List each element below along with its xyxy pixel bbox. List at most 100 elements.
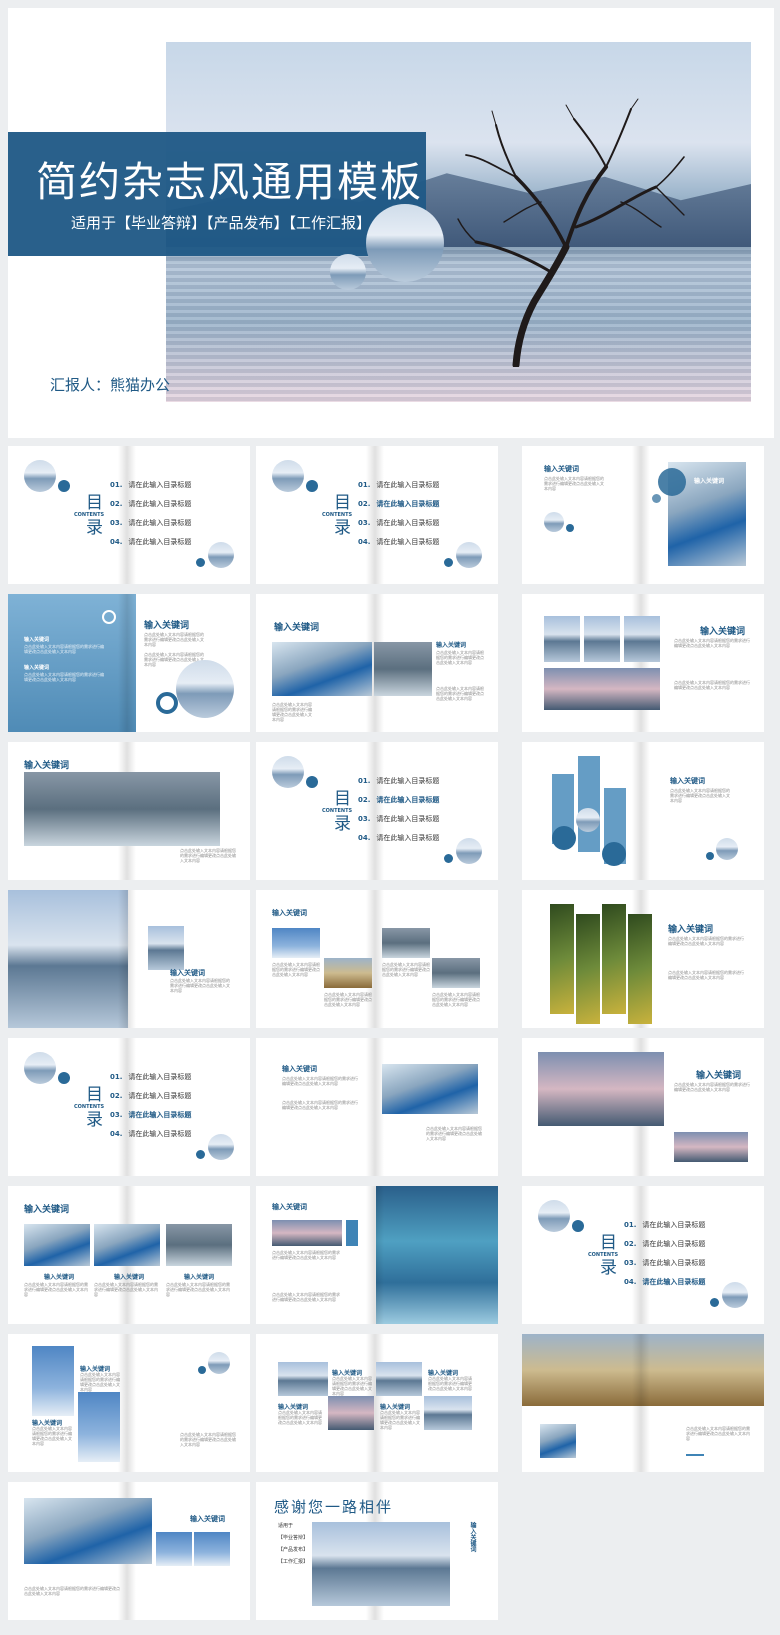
toc-label: 请在此输入目录标题 [376, 834, 440, 842]
photo [538, 1052, 664, 1126]
toc-label: 请在此输入目录标题 [128, 1073, 192, 1081]
body-text: 点击此处输入文本内容请根据您的需求进行编辑更改点击此处输入文本内容 [180, 1432, 236, 1447]
body-text: 点击此处输入文本内容请根据您的需求进行编辑更改点击此处输入文本内容 [272, 1250, 340, 1260]
photo [312, 1522, 450, 1606]
toc-item-active[interactable]: 02. 请在此输入目录标题 [358, 795, 439, 805]
body-text: 点击此处输入文本内容请根据您的需求进行编辑更改点击此处输入文本内容 [94, 1282, 158, 1297]
body-text: 点击此处输入文本内容请根据您的需求进行编辑更改点击此处输入文本内容 [544, 476, 604, 491]
photo [24, 1224, 90, 1266]
keyword-heading: 输入关键词 [282, 1064, 317, 1073]
body-text: 点击此处输入文本内容请根据您的需求进行编辑更改点击此处输入文本内容 [674, 680, 750, 690]
toc-label: 请在此输入目录标题 [128, 1092, 192, 1100]
slide-keyword-4[interactable]: 输入关键词 点击此处输入文本内容请根据您的需求进行编辑更改点击此处输入文本内容 … [522, 594, 764, 732]
toc-item[interactable]: 03. 请在此输入目录标题 [624, 1258, 705, 1268]
keyword-heading: 输入关键词 [696, 1071, 742, 1081]
tag-label: 【毕业答辩】 [278, 1535, 309, 1541]
toc-item-active[interactable]: 04. 请在此输入目录标题 [624, 1277, 705, 1287]
keyword-heading: 输入关键词 [272, 908, 307, 917]
keyword-heading: 输入关键词 [114, 1274, 145, 1281]
body-text: 点击此处输入文本内容请根据您的需求进行编辑更改点击此处输入文本内容 [670, 788, 730, 803]
page-fold [632, 1334, 650, 1472]
slide-keyword-15[interactable]: 输入关键词 点击此处输入文本内容请根据您的需求进行编辑更改点击此处输入文本内容 … [256, 1334, 498, 1472]
slide-thanks[interactable]: 感谢您一路相伴 适用于 【毕业答辩】 【产品发布】 【工作汇报】 输入关键词 [256, 1482, 498, 1620]
toc-item-active[interactable]: 03. 请在此输入目录标题 [110, 1110, 191, 1120]
toc-item[interactable]: 01. 请在此输入目录标题 [624, 1220, 705, 1230]
slide-keyword-7[interactable]: 输入关键词 点击此处输入文本内容请根据您的需求进行编辑更改点击此处输入文本内容 [8, 890, 250, 1028]
slide-toc-3[interactable]: 目 CONTENTS 录 01. 请在此输入目录标题 02. 请在此输入目录标题 0… [256, 742, 498, 880]
keyword-heading: 输入关键词 [24, 761, 70, 771]
circle-dot [658, 468, 686, 496]
toc-label: 请在此输入目录标题 [376, 777, 440, 785]
photo [540, 1424, 576, 1458]
photo [94, 1224, 160, 1266]
cover-slide[interactable]: 简约杂志风通用模板 适用于【毕业答辩】【产品发布】【工作汇报】 汇报人：熊猫办公 [8, 8, 774, 438]
circle-dot [652, 494, 661, 503]
slide-toc-5[interactable]: 目 CONTENTS 录 01. 请在此输入目录标题 02. 请在此输入目录标题 0… [522, 1186, 764, 1324]
toc-item[interactable]: 04. 请在此输入目录标题 [110, 537, 191, 547]
toc-label: 请在此输入目录标题 [128, 1130, 192, 1138]
slide-keyword-8[interactable]: 输入关键词 点击此处输入文本内容请根据您的需求进行编辑更改点击此处输入文本内容 … [256, 890, 498, 1028]
keyword-heading: 输入关键词 [694, 478, 725, 485]
photo [584, 616, 620, 662]
toc-number: 02. [110, 500, 123, 508]
toc-item[interactable]: 04. 请在此输入目录标题 [358, 833, 439, 843]
cover-circle-photo-large [366, 204, 444, 282]
toc-item-active[interactable]: 02. 请在此输入目录标题 [358, 499, 439, 509]
toc-item[interactable]: 01. 请在此输入目录标题 [358, 480, 439, 490]
slide-keyword-10[interactable]: 输入关键词 点击此处输入文本内容请根据您的需求进行编辑更改点击此处输入文本内容 … [256, 1038, 498, 1176]
slide-keyword-3[interactable]: 输入关键词 输入关键词 点击此处输入文本内容请根据您的需求进行编辑更改点击此处输… [256, 594, 498, 732]
toc-item[interactable]: 04. 请在此输入目录标题 [358, 537, 439, 547]
slide-toc-1[interactable]: 目 CONTENTS 录 01. 请在此输入目录标题 02. 请在此输入目录标题 0… [8, 446, 250, 584]
circle-dot [444, 558, 453, 567]
toc-item[interactable]: 01. 请在此输入目录标题 [110, 480, 191, 490]
toc-label: 请在此输入目录标题 [376, 519, 440, 527]
body-text: 点击此处输入文本内容请根据您的需求进行编辑更改点击此处输入文本内容 [428, 1376, 472, 1391]
slide-keyword-5[interactable]: 输入关键词 点击此处输入文本内容请根据您的需求进行编辑更改点击此处输入文本内容 [8, 742, 250, 880]
slide-keyword-17[interactable]: 点击此处输入文本内容请根据您的需求进行编辑更改点击此处输入文本内容 输入关键词 [8, 1482, 250, 1620]
toc-item[interactable]: 01. 请在此输入目录标题 [358, 776, 439, 786]
keyword-heading: 输入关键词 [469, 1522, 476, 1552]
toc-item[interactable]: 04. 请在此输入目录标题 [110, 1129, 191, 1139]
body-text: 点击此处输入文本内容请根据您的需求进行编辑更改点击此处输入文本内容 [278, 1410, 322, 1425]
toc-number: 01. [110, 1073, 123, 1081]
body-text: 点击此处输入文本内容请根据您的需求进行编辑更改点击此处输入文本内容 [180, 848, 236, 863]
toc-item[interactable]: 02. 请在此输入目录标题 [624, 1239, 705, 1249]
toc-item[interactable]: 03. 请在此输入目录标题 [358, 814, 439, 824]
photo [156, 1532, 192, 1566]
toc-number: 04. [358, 834, 371, 842]
toc-label: 请在此输入目录标题 [642, 1221, 706, 1229]
toc-number: 01. [624, 1221, 637, 1229]
slide-keyword-16[interactable]: 点击此处输入文本内容请根据您的需求进行编辑更改点击此处输入文本内容 [522, 1334, 764, 1472]
slide-keyword-9[interactable]: 输入关键词 点击此处输入文本内容请根据您的需求进行编辑更改点击此处输入文本内容 … [522, 890, 764, 1028]
body-text: 点击此处输入文本内容请根据您的需求进行编辑更改点击此处输入文本内容 [674, 1082, 750, 1092]
toc-item[interactable]: 03. 请在此输入目录标题 [358, 518, 439, 528]
toc-label: 请在此输入目录标题 [376, 538, 440, 546]
circle-photo [208, 1134, 234, 1160]
toc-item[interactable]: 02. 请在此输入目录标题 [110, 1091, 191, 1101]
tag-label: 【工作汇报】 [278, 1559, 309, 1565]
body-text: 点击此处输入文本内容请根据您的需求进行编辑更改点击此处输入文本内容 [686, 1426, 750, 1441]
circle-dot [58, 480, 70, 492]
slide-keyword-12[interactable]: 输入关键词 输入关键词 输入关键词 输入关键词 点击此处输入文本内容请根据您的需… [8, 1186, 250, 1324]
circle-photo [722, 1282, 748, 1308]
toc-item[interactable]: 01. 请在此输入目录标题 [110, 1072, 191, 1082]
toc-label: 请在此输入目录标题 [642, 1259, 706, 1267]
photo [32, 1346, 74, 1416]
slide-keyword-11[interactable]: 输入关键词 点击此处输入文本内容请根据您的需求进行编辑更改点击此处输入文本内容 [522, 1038, 764, 1176]
circle-dot [306, 480, 318, 492]
circle-dot [566, 524, 574, 532]
slide-toc-2[interactable]: 目 CONTENTS 录 01. 请在此输入目录标题 02. 请在此输入目录标题 0… [256, 446, 498, 584]
circle-photo [456, 838, 482, 864]
toc-item[interactable]: 02. 请在此输入目录标题 [110, 499, 191, 509]
photo [432, 958, 480, 988]
circle-photo [272, 460, 304, 492]
slide-keyword-6[interactable]: 输入关键词 点击此处输入文本内容请根据您的需求进行编辑更改点击此处输入文本内容 [522, 742, 764, 880]
slide-toc-4[interactable]: 目 CONTENTS 录 01. 请在此输入目录标题 02. 请在此输入目录标题 0… [8, 1038, 250, 1176]
slide-keyword-14[interactable]: 输入关键词 点击此处输入文本内容请根据您的需求进行编辑更改点击此处输入文本内容 … [8, 1334, 250, 1472]
slide-keyword-1[interactable]: 输入关键词 点击此处输入文本内容请根据您的需求进行编辑更改点击此处输入文本内容 … [522, 446, 764, 584]
keyword-heading: 输入关键词 [144, 621, 190, 631]
toc-item[interactable]: 03. 请在此输入目录标题 [110, 518, 191, 528]
slide-keyword-2[interactable]: 输入关键词 点击此处输入文本内容请根据您的需求进行编辑更改点击此处输入文本内容 … [8, 594, 250, 732]
slide-keyword-13[interactable]: 输入关键词 点击此处输入文本内容请根据您的需求进行编辑更改点击此处输入文本内容 … [256, 1186, 498, 1324]
toc-label: 请在此输入目录标题 [128, 481, 192, 489]
